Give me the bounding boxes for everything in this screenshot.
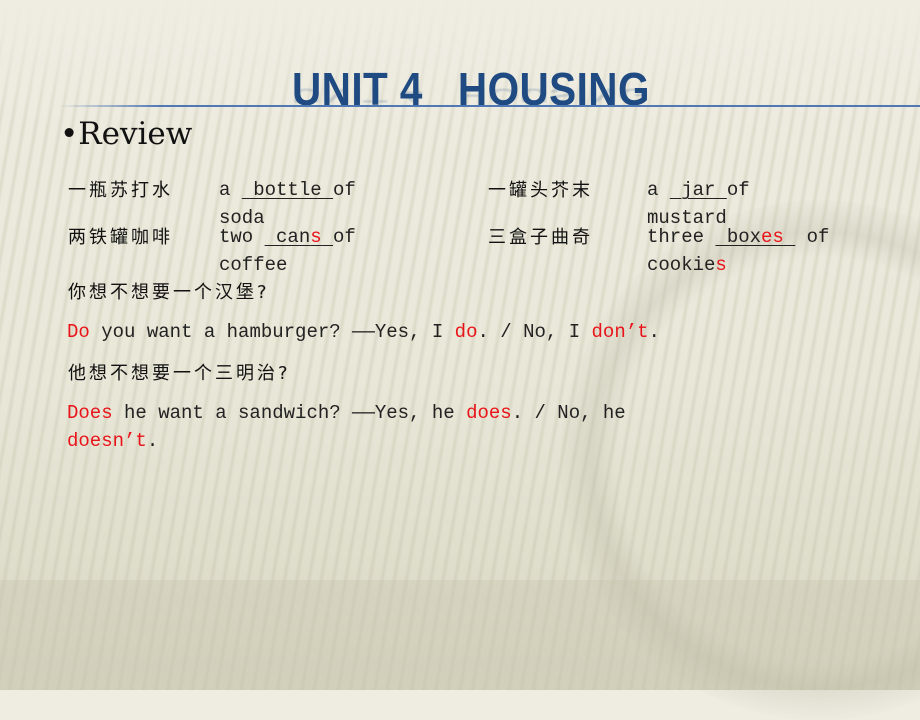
question-2-english: Does he want a sandwich? ——Yes, he does.… bbox=[67, 400, 626, 427]
sentence-text: . bbox=[146, 430, 159, 452]
line2-red-suffix: s bbox=[715, 254, 727, 276]
answer-red: Do bbox=[67, 321, 90, 343]
sentence-text: . bbox=[648, 321, 660, 343]
blank-red-suffix: s bbox=[310, 226, 322, 248]
vocab-chinese-3: 一罐头芥末 bbox=[488, 180, 593, 201]
blank-trailing bbox=[784, 226, 795, 248]
vocab-blank-answer: boxes bbox=[715, 226, 795, 248]
vocab-blank-answer: bottle bbox=[242, 179, 333, 201]
sentence-text: . / No, he bbox=[511, 402, 626, 424]
blank-text: box bbox=[715, 226, 762, 248]
vocab-chinese-4: 三盒子曲奇 bbox=[488, 227, 593, 248]
sentence-text: . / No, I bbox=[477, 321, 592, 343]
blank-trailing bbox=[322, 226, 333, 248]
blank-text: bottle bbox=[241, 179, 334, 201]
blank-text: can bbox=[264, 226, 311, 248]
blank-red-suffix: es bbox=[761, 226, 784, 248]
vocab-blank-answer: jar bbox=[670, 179, 727, 201]
sentence-text: he want a sandwich? ——Yes, he bbox=[112, 402, 467, 424]
vocab-english-3: a jar of bbox=[647, 177, 750, 204]
answer-red: doesn’t bbox=[67, 430, 147, 452]
section-label: Review bbox=[78, 116, 193, 152]
background-floor-shade bbox=[0, 580, 920, 690]
vocab-prefix: a bbox=[219, 179, 242, 201]
sentence-text: you want a hamburger? ——Yes, I bbox=[89, 321, 455, 343]
question-2-chinese: 他想不想要一个三明治? bbox=[68, 363, 291, 384]
vocab-suffix: of bbox=[333, 226, 356, 248]
title-divider-line bbox=[58, 105, 920, 107]
vocab-prefix: three bbox=[647, 226, 716, 248]
vocab-prefix: a bbox=[647, 179, 670, 201]
vocab-prefix: two bbox=[219, 226, 265, 248]
question-1-chinese: 你想不想要一个汉堡? bbox=[68, 282, 270, 303]
answer-red: do bbox=[454, 321, 478, 343]
vocab-chinese-1: 一瓶苏打水 bbox=[68, 180, 173, 201]
vocab-blank-answer: cans bbox=[265, 226, 333, 248]
bullet-icon: • bbox=[60, 116, 79, 152]
question-1-english: Do you want a hamburger? ——Yes, I do. / … bbox=[67, 319, 660, 346]
answer-red: don’t bbox=[591, 321, 649, 343]
vocab-suffix: of bbox=[333, 179, 356, 201]
blank-text: jar bbox=[669, 179, 727, 201]
line2-text: cookie bbox=[647, 254, 716, 276]
vocab-english-4: three boxes of bbox=[647, 224, 829, 251]
vocab-chinese-2: 两铁罐咖啡 bbox=[68, 227, 173, 248]
answer-red: does bbox=[466, 402, 512, 424]
question-2-english-line2: doesn’t. bbox=[67, 428, 158, 455]
vocab-english-2-line2: coffee bbox=[219, 254, 288, 276]
vocab-english-4-line2: cookies bbox=[647, 252, 727, 279]
section-heading: •Review bbox=[60, 116, 192, 152]
vocab-suffix: of bbox=[795, 226, 830, 248]
vocab-suffix: of bbox=[726, 179, 750, 201]
answer-red: Does bbox=[67, 402, 113, 424]
vocab-english-2: two cans of bbox=[219, 224, 356, 251]
vocab-english-1: a bottle of bbox=[219, 177, 356, 204]
